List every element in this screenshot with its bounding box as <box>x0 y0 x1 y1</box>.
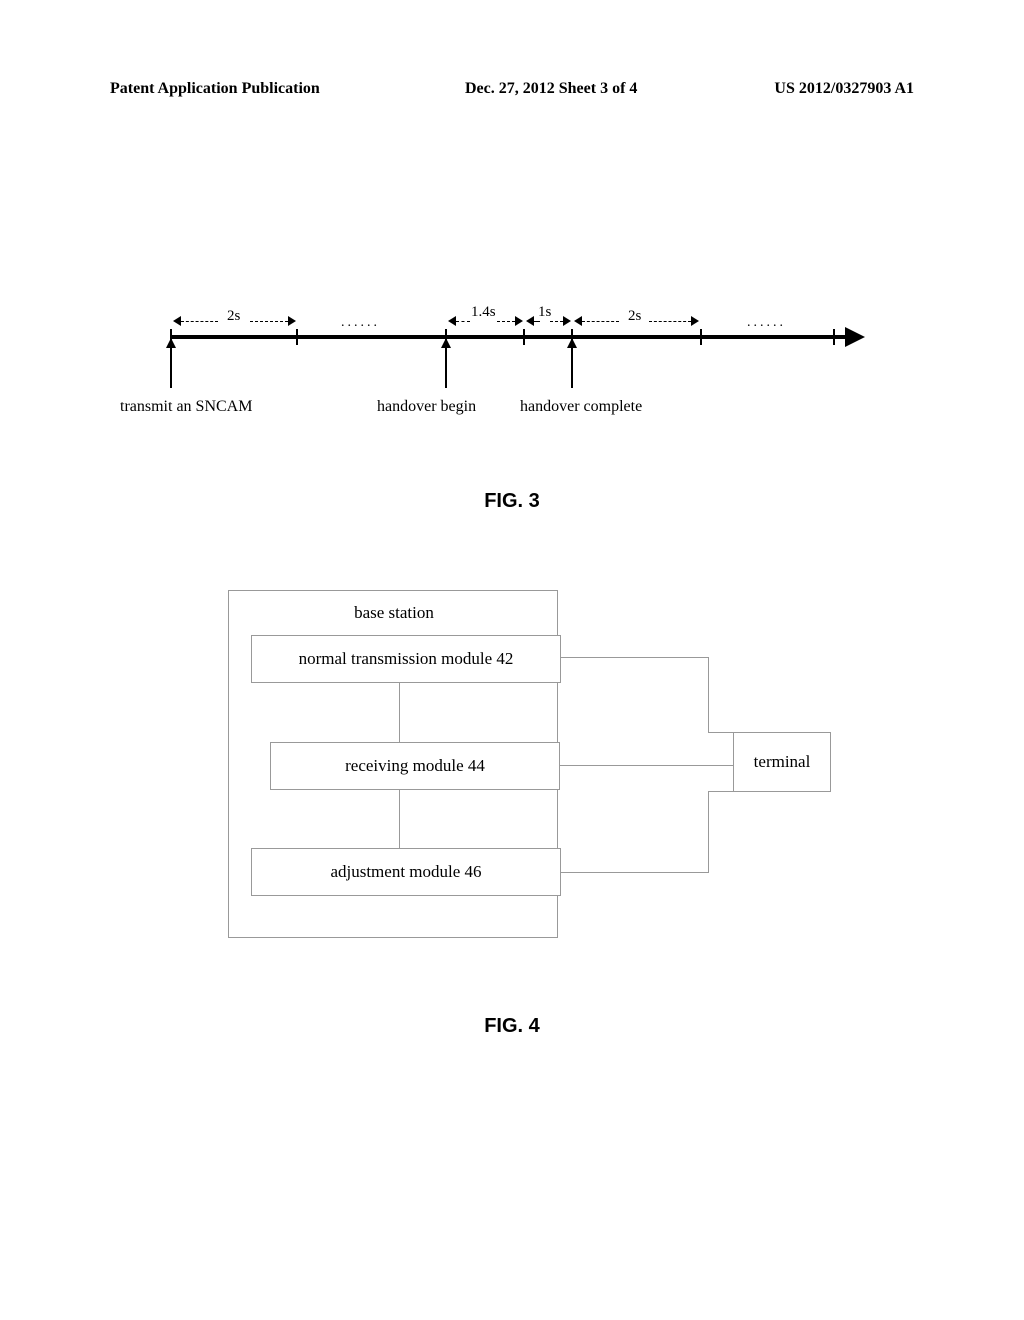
dimension-2s-first <box>173 316 218 326</box>
connector-line <box>561 657 709 658</box>
ellipsis: ...... <box>747 315 786 331</box>
connector-line <box>708 791 709 873</box>
timeline-arrowhead-icon <box>845 327 865 347</box>
figure-4-caption: FIG. 4 <box>0 1015 1024 1038</box>
terminal-box: terminal <box>733 732 831 792</box>
event-arrow-line <box>571 348 573 388</box>
base-station-label: base station <box>229 603 559 623</box>
duration-label: 2s <box>628 308 641 325</box>
header-patent-number: US 2012/0327903 A1 <box>774 80 914 98</box>
figure-3-caption: FIG. 3 <box>0 490 1024 513</box>
normal-transmission-module: normal transmission module 42 <box>251 635 561 683</box>
receiving-module: receiving module 44 <box>270 742 560 790</box>
timeline-tick <box>700 329 702 345</box>
duration-label: 2s <box>227 308 240 325</box>
timeline-tick <box>296 329 298 345</box>
event-arrow-icon <box>567 338 577 348</box>
event-handover-complete: handover complete <box>520 398 642 416</box>
header-sheet-info: Dec. 27, 2012 Sheet 3 of 4 <box>465 80 637 98</box>
dimension-2s-second <box>574 316 619 326</box>
timeline-tick <box>833 329 835 345</box>
dimension-arrow-icon <box>250 316 296 326</box>
event-arrow-line <box>170 348 172 388</box>
header-publication: Patent Application Publication <box>110 80 320 98</box>
duration-label: 1.4s <box>471 304 496 321</box>
connector-line <box>561 872 709 873</box>
timeline-tick <box>523 329 525 345</box>
connector-line <box>560 765 733 766</box>
ellipsis: ...... <box>341 315 380 331</box>
event-handover-begin: handover begin <box>377 398 476 416</box>
connector-line <box>399 790 400 848</box>
figure-3-timeline: 2s ...... 1.4s 1s 2s <box>145 280 865 420</box>
connector-line <box>399 683 400 742</box>
figure-4-block-diagram: base station normal transmission module … <box>228 590 833 960</box>
dimension-arrow-icon <box>649 316 699 326</box>
connector-line <box>708 732 733 733</box>
dimension-arrow-icon <box>550 316 571 326</box>
connector-line <box>708 657 709 733</box>
event-arrow-line <box>445 348 447 388</box>
adjustment-module: adjustment module 46 <box>251 848 561 896</box>
dimension-1-4s <box>448 316 470 326</box>
event-arrow-icon <box>166 338 176 348</box>
event-transmit-sncam: transmit an SNCAM <box>120 398 252 416</box>
connector-line <box>708 791 733 792</box>
timeline-axis <box>170 335 850 339</box>
event-arrow-icon <box>441 338 451 348</box>
dimension-arrow-icon <box>497 316 523 326</box>
